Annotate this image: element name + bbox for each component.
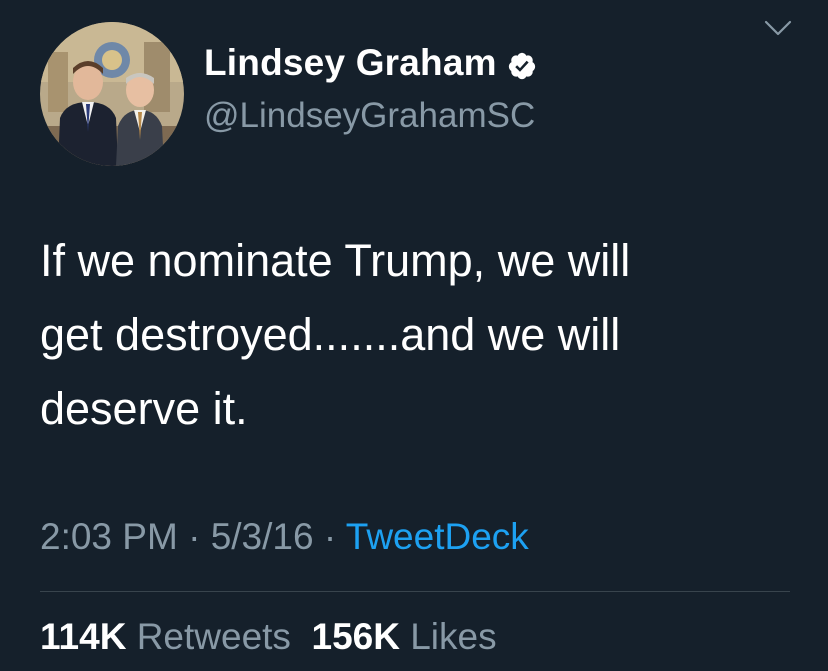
retweets-stat[interactable]: 114K Retweets: [40, 616, 291, 657]
tweet-date[interactable]: 5/3/16: [211, 516, 314, 557]
retweets-count: 114K: [40, 616, 127, 657]
divider: [40, 591, 790, 592]
retweets-label: Retweets: [136, 616, 291, 657]
tweet-text-line: If we nominate Trump, we will: [40, 235, 631, 286]
tweet-source-link[interactable]: TweetDeck: [346, 516, 529, 557]
profile-photo-icon: [40, 22, 184, 166]
likes-stat[interactable]: 156K Likes: [312, 616, 497, 657]
verified-badge-icon: [507, 48, 537, 80]
likes-count: 156K: [311, 616, 400, 657]
avatar[interactable]: [40, 22, 184, 166]
tweet-text-line: deserve it.: [40, 383, 248, 434]
tweet-text: If we nominate Trump, we will get destro…: [40, 224, 780, 446]
display-name[interactable]: Lindsey Graham: [204, 42, 537, 84]
display-name-text: Lindsey Graham: [204, 42, 497, 83]
tweet-stats: 114K Retweets 156K Likes: [40, 616, 497, 658]
chevron-down-icon[interactable]: [762, 16, 794, 40]
user-handle[interactable]: @LindseyGrahamSC: [204, 96, 535, 136]
meta-separator: ·: [177, 516, 211, 557]
likes-label: Likes: [410, 616, 497, 657]
tweet-time[interactable]: 2:03 PM: [40, 516, 178, 557]
tweet-text-line: get destroyed.......and we will: [40, 309, 621, 360]
meta-separator: ·: [313, 516, 346, 557]
tweet-meta: 2:03 PM · 5/3/16 · TweetDeck: [40, 516, 529, 558]
tweet-card: Lindsey Graham @LindseyGrahamSC If we no…: [0, 0, 828, 671]
